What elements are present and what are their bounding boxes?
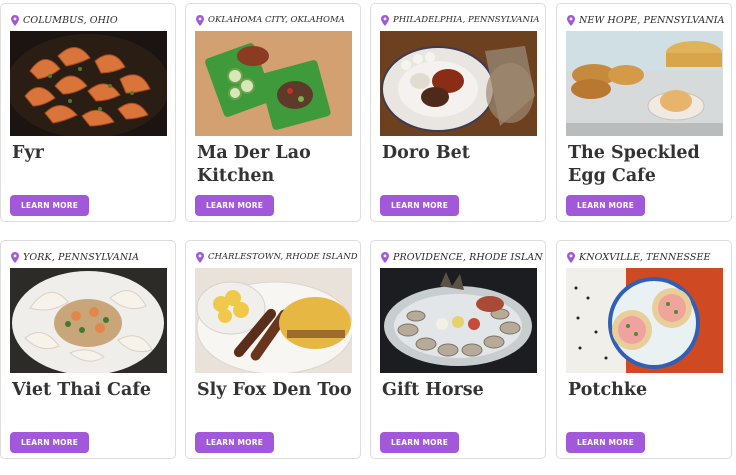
location-row: CHARLESTOWN, RHODE ISLAND xyxy=(196,250,358,264)
learn-more-button[interactable]: LEARN MORE xyxy=(10,195,89,216)
restaurant-photo[interactable] xyxy=(10,31,167,136)
location-label: PHILADELPHIA, PENNSYLVANIA xyxy=(393,15,540,25)
restaurant-name[interactable]: The Speckled Egg Cafe xyxy=(568,142,728,188)
restaurant-card: PHILADELPHIA, PENNSYLVANIA Doro Bet LEAR… xyxy=(370,3,546,222)
restaurant-card: YORK, PENNSYLVANIA Viet Thai Cafe LEARN … xyxy=(0,240,176,459)
restaurant-name[interactable]: Fyr xyxy=(12,142,172,165)
restaurant-card: OKLAHOMA CITY, OKLAHOMA Ma Der Lao Kitch… xyxy=(185,3,361,222)
location-label: PROVIDENCE, RHODE ISLAND xyxy=(393,251,543,263)
location-pin-icon xyxy=(11,15,19,26)
noodle-dish-image xyxy=(10,268,167,373)
location-label: OKLAHOMA CITY, OKLAHOMA xyxy=(208,15,345,25)
location-row: NEW HOPE, PENNSYLVANIA xyxy=(567,13,729,27)
shrimp-dish-image xyxy=(10,31,167,136)
restaurant-name[interactable]: Ma Der Lao Kitchen xyxy=(197,142,357,188)
learn-more-button[interactable]: LEARN MORE xyxy=(566,432,645,453)
oyster-platter-image xyxy=(380,268,537,373)
restaurant-card: COLUMBUS, OHIO Fyr LEARN MORE xyxy=(0,3,176,222)
pastry-display-image xyxy=(566,31,723,136)
restaurant-name[interactable]: Sly Fox Den Too xyxy=(197,379,357,402)
restaurant-photo[interactable] xyxy=(195,268,352,373)
learn-more-button[interactable]: LEARN MORE xyxy=(195,432,274,453)
restaurant-card: NEW HOPE, PENNSYLVANIA The Speckled Egg … xyxy=(556,3,732,222)
location-label: COLUMBUS, OHIO xyxy=(23,14,118,26)
location-row: KNOXVILLE, TENNESSEE xyxy=(567,250,729,264)
location-pin-icon xyxy=(196,252,204,263)
restaurant-name[interactable]: Gift Horse xyxy=(382,379,542,402)
learn-more-button[interactable]: LEARN MORE xyxy=(566,195,645,216)
location-pin-icon xyxy=(196,15,204,26)
restaurant-photo[interactable] xyxy=(10,268,167,373)
location-label: NEW HOPE, PENNSYLVANIA xyxy=(579,14,725,26)
restaurant-card: PROVIDENCE, RHODE ISLAND Gift Horse LEAR… xyxy=(370,240,546,459)
restaurant-photo[interactable] xyxy=(380,31,537,136)
location-pin-icon xyxy=(567,252,575,263)
learn-more-button[interactable]: LEARN MORE xyxy=(10,432,89,453)
restaurant-name[interactable]: Potchke xyxy=(568,379,728,402)
location-pin-icon xyxy=(381,15,389,26)
bagel-plate-image xyxy=(566,268,723,373)
location-row: PROVIDENCE, RHODE ISLAND xyxy=(381,250,543,264)
ethiopian-platter-image xyxy=(380,31,537,136)
restaurant-card: CHARLESTOWN, RHODE ISLAND Sly Fox Den To… xyxy=(185,240,361,459)
location-row: OKLAHOMA CITY, OKLAHOMA xyxy=(196,13,358,27)
sausage-plate-image xyxy=(195,31,352,136)
location-row: COLUMBUS, OHIO xyxy=(11,13,173,27)
location-pin-icon xyxy=(11,252,19,263)
learn-more-button[interactable]: LEARN MORE xyxy=(380,432,459,453)
restaurant-card: KNOXVILLE, TENNESSEE Potchke LEARN MORE xyxy=(556,240,732,459)
location-label: KNOXVILLE, TENNESSEE xyxy=(579,251,711,263)
restaurant-name[interactable]: Viet Thai Cafe xyxy=(12,379,172,402)
location-pin-icon xyxy=(567,15,575,26)
location-label: CHARLESTOWN, RHODE ISLAND xyxy=(208,252,358,262)
restaurant-photo[interactable] xyxy=(566,31,723,136)
restaurant-photo[interactable] xyxy=(566,268,723,373)
restaurant-photo[interactable] xyxy=(380,268,537,373)
breakfast-plate-image xyxy=(195,268,352,373)
location-row: PHILADELPHIA, PENNSYLVANIA xyxy=(381,13,543,27)
learn-more-button[interactable]: LEARN MORE xyxy=(380,195,459,216)
location-label: YORK, PENNSYLVANIA xyxy=(23,251,140,263)
restaurant-name[interactable]: Doro Bet xyxy=(382,142,542,165)
location-row: YORK, PENNSYLVANIA xyxy=(11,250,173,264)
learn-more-button[interactable]: LEARN MORE xyxy=(195,195,274,216)
location-pin-icon xyxy=(381,252,389,263)
restaurant-photo[interactable] xyxy=(195,31,352,136)
